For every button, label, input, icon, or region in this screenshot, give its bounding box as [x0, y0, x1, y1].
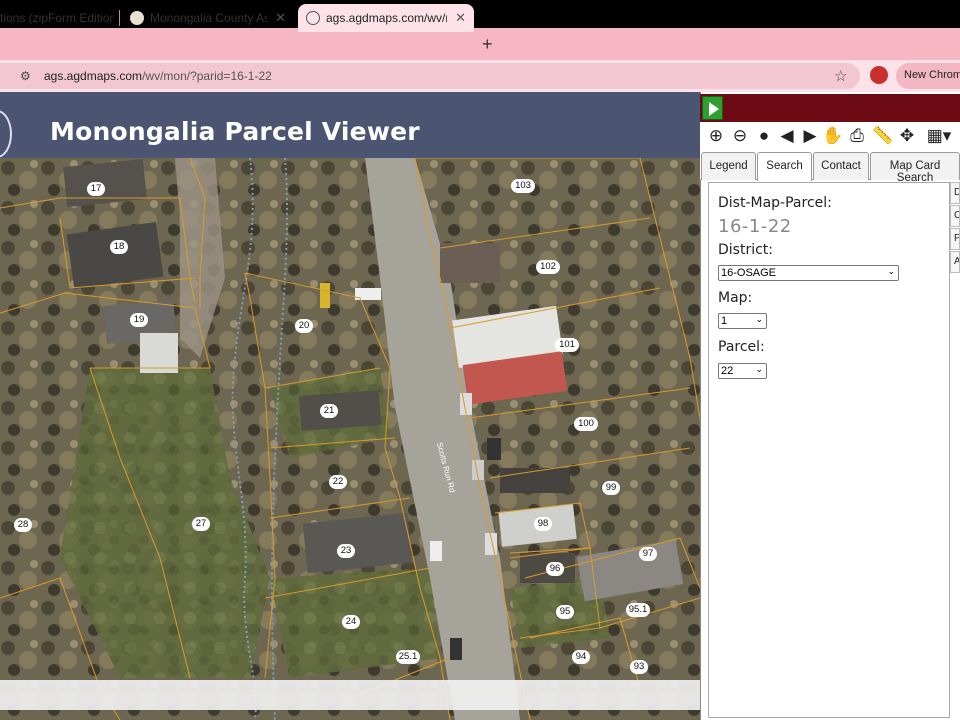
- parcel-label[interactable]: 93: [630, 660, 648, 674]
- dist-map-parcel-value: 16-1-22: [718, 216, 792, 237]
- zoom-out-icon[interactable]: ⊖: [729, 125, 751, 147]
- parcel-label[interactable]: 28: [14, 518, 32, 532]
- measure-ruler-icon[interactable]: 📏: [872, 125, 894, 147]
- pan-hand-icon[interactable]: ✋: [822, 125, 844, 147]
- tab-search[interactable]: Search: [757, 152, 812, 181]
- parcel-label[interactable]: 99: [602, 481, 620, 495]
- side-tab-d[interactable]: D: [950, 182, 960, 204]
- parcel-label[interactable]: 19: [130, 313, 148, 327]
- crosshair-icon[interactable]: ✥: [896, 125, 918, 147]
- parcel-label[interactable]: 101: [555, 338, 579, 352]
- browser-tab-strip: [0, 28, 960, 60]
- zoom-in-icon[interactable]: ⊕: [705, 125, 727, 147]
- chevron-down-icon: ⌄: [887, 266, 895, 276]
- parcel-select-value: 22: [721, 365, 734, 377]
- map-select-value: 1: [721, 315, 728, 327]
- globe-favicon-icon: [306, 11, 320, 25]
- parcel-label[interactable]: 95: [556, 605, 574, 619]
- map-footer-bar: [0, 680, 700, 710]
- table-icon[interactable]: ▦▾: [924, 125, 954, 147]
- map-select[interactable]: 1 ⌄: [718, 313, 767, 329]
- side-tab-c[interactable]: C: [950, 205, 960, 227]
- parcel-label[interactable]: 23: [337, 544, 355, 558]
- district-select-value: 16-OSAGE: [721, 267, 777, 279]
- print-icon[interactable]: ⎙: [846, 125, 868, 147]
- parcel-select[interactable]: 22 ⌄: [718, 363, 767, 379]
- omnibox[interactable]: ⚙ ags.agdmaps.com/wv/mon/?parid=16-1-22 …: [0, 63, 860, 89]
- tab-separator: [119, 10, 120, 26]
- parcel-label[interactable]: 21: [320, 404, 338, 418]
- browser-tab-agdmaps[interactable]: ags.agdmaps.com/wv/mon/?p ✕: [298, 4, 474, 32]
- panel-top-bar: [700, 94, 960, 122]
- parcel-label[interactable]: 98: [534, 517, 552, 531]
- panel-toggle-play-icon[interactable]: [702, 96, 723, 120]
- tab-label: Monongalia County Assessor: [150, 11, 268, 25]
- parcel-label[interactable]: 22: [329, 475, 347, 489]
- parcel-label[interactable]: 103: [511, 179, 535, 193]
- browser-tab-assessor[interactable]: Monongalia County Assessor ✕: [122, 4, 294, 32]
- url-host: ags.agdmaps.com: [44, 69, 143, 83]
- side-tab-p[interactable]: P: [950, 228, 960, 250]
- profile-avatar[interactable]: [870, 66, 888, 84]
- side-tab-a[interactable]: A: [950, 251, 960, 273]
- url-text[interactable]: ags.agdmaps.com/wv/mon/?parid=16-1-22: [44, 69, 272, 83]
- parcel-label[interactable]: 100: [574, 417, 598, 431]
- chevron-down-icon: ⌄: [755, 364, 763, 374]
- map-label: Map:: [718, 290, 753, 306]
- chevron-down-icon: ⌄: [755, 314, 763, 324]
- tab-legend[interactable]: Legend: [701, 152, 756, 180]
- parcel-label: Parcel:: [718, 339, 765, 355]
- parcel-label[interactable]: 24: [342, 615, 360, 629]
- new-tab-button[interactable]: +: [482, 34, 493, 55]
- browser-tab-zipform[interactable]: tions (zipForm Edition ✕: [0, 4, 114, 32]
- district-select[interactable]: 16-OSAGE ⌄: [718, 265, 899, 281]
- bookmark-star-icon[interactable]: ☆: [834, 67, 847, 85]
- parcel-label[interactable]: 27: [192, 517, 210, 531]
- district-label: District:: [718, 242, 774, 258]
- assessor-favicon-icon: [130, 11, 144, 25]
- globe-icon[interactable]: ●: [753, 125, 775, 147]
- parcel-label[interactable]: 95.1: [626, 603, 650, 617]
- parcel-label[interactable]: 94: [572, 650, 590, 664]
- parcel-label[interactable]: 96: [546, 562, 564, 576]
- url-path: /wv/mon/?parid=16-1-22: [142, 69, 272, 83]
- tab-label: tions (zipForm Edition: [0, 11, 114, 25]
- close-icon[interactable]: ✕: [275, 10, 286, 26]
- address-bar-row: ⚙ ags.agdmaps.com/wv/mon/?parid=16-1-22 …: [0, 60, 960, 92]
- parcel-label[interactable]: 25.1: [396, 650, 420, 664]
- forward-icon[interactable]: ▶: [799, 125, 821, 147]
- aerial-map[interactable]: [0, 158, 700, 720]
- map-view[interactable]: [0, 158, 700, 720]
- parcel-label[interactable]: 17: [87, 182, 105, 196]
- tab-label: ags.agdmaps.com/wv/mon/?p: [326, 11, 447, 25]
- dist-map-parcel-label: Dist-Map-Parcel:: [718, 195, 832, 211]
- tab-map-card-search[interactable]: Map Card Search: [870, 152, 960, 184]
- tab-contact[interactable]: Contact: [813, 152, 869, 180]
- search-form: [708, 182, 950, 718]
- parcel-label[interactable]: 20: [295, 319, 313, 333]
- back-icon[interactable]: ◀: [776, 125, 798, 147]
- parcel-label[interactable]: 18: [110, 240, 128, 254]
- parcel-label[interactable]: 97: [639, 547, 657, 561]
- parcel-label[interactable]: 102: [536, 260, 560, 274]
- site-settings-icon[interactable]: ⚙: [20, 69, 31, 83]
- page-title: Monongalia Parcel Viewer: [50, 117, 420, 146]
- close-icon[interactable]: ✕: [455, 10, 466, 26]
- new-chrome-button[interactable]: New Chrome: [896, 63, 960, 89]
